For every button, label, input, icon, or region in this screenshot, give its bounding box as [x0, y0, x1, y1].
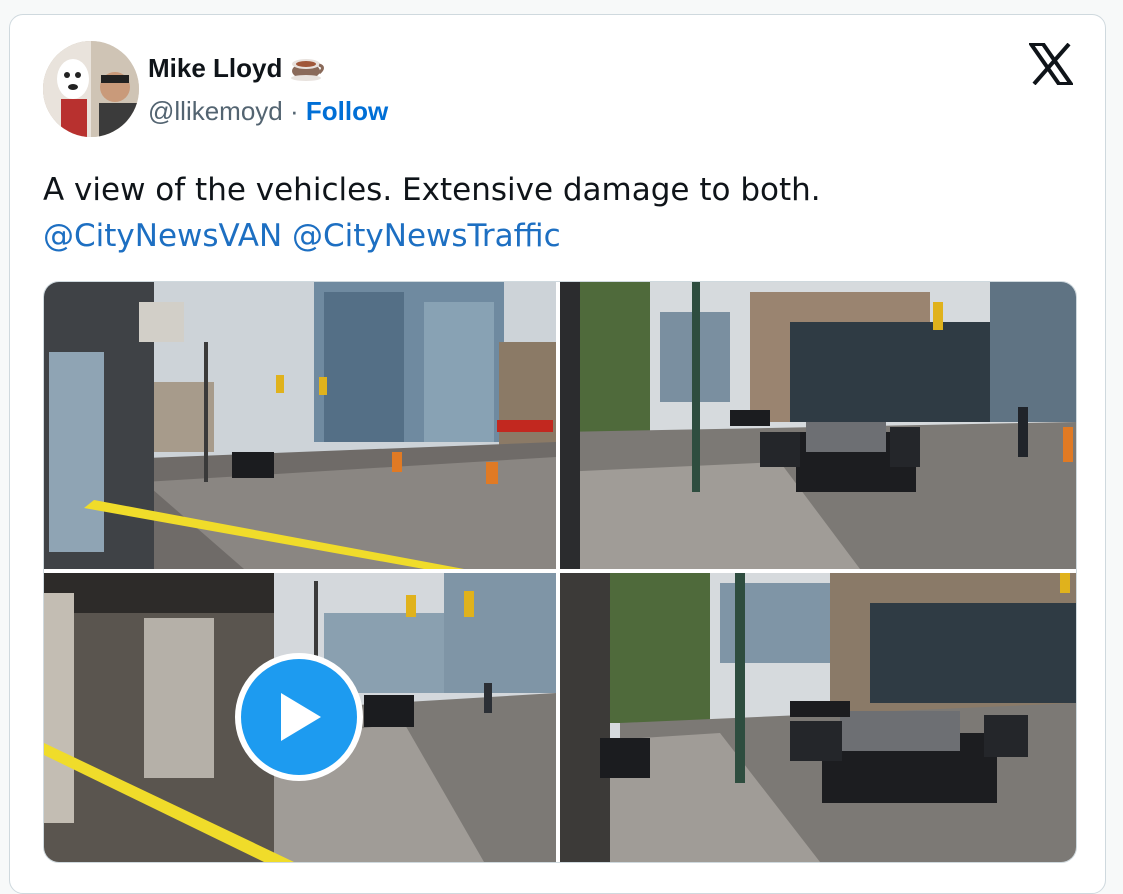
media-photo-1[interactable] — [44, 282, 556, 569]
tweet-card: Mike Lloyd @llikemoyd · Follow A view of… — [9, 14, 1106, 894]
separator-dot: · — [290, 96, 306, 126]
follow-button[interactable]: Follow — [306, 96, 388, 126]
handle-row: @llikemoyd · Follow — [148, 96, 388, 127]
author-handle[interactable]: @llikemoyd — [148, 96, 283, 126]
tweet-text: A view of the vehicles. Extensive damage… — [43, 167, 1063, 259]
media-photo-2[interactable] — [560, 282, 1076, 569]
play-icon — [281, 693, 321, 741]
author-avatar[interactable] — [43, 41, 139, 137]
author-name-row: Mike Lloyd — [148, 51, 326, 85]
media-photo-4[interactable] — [560, 573, 1076, 862]
x-logo-icon[interactable] — [1027, 42, 1075, 86]
mention-citynewstraffic[interactable]: @CityNewsTraffic — [292, 218, 561, 254]
media-grid[interactable] — [43, 281, 1077, 863]
tweet-mentions: @CityNewsVAN @CityNewsTraffic — [43, 213, 1063, 259]
mention-citynewsvan[interactable]: @CityNewsVAN — [43, 218, 282, 254]
play-button[interactable] — [235, 653, 363, 781]
coffee-emoji-icon — [290, 51, 326, 85]
tweet-body: A view of the vehicles. Extensive damage… — [43, 172, 821, 208]
author-name[interactable]: Mike Lloyd — [148, 53, 282, 84]
